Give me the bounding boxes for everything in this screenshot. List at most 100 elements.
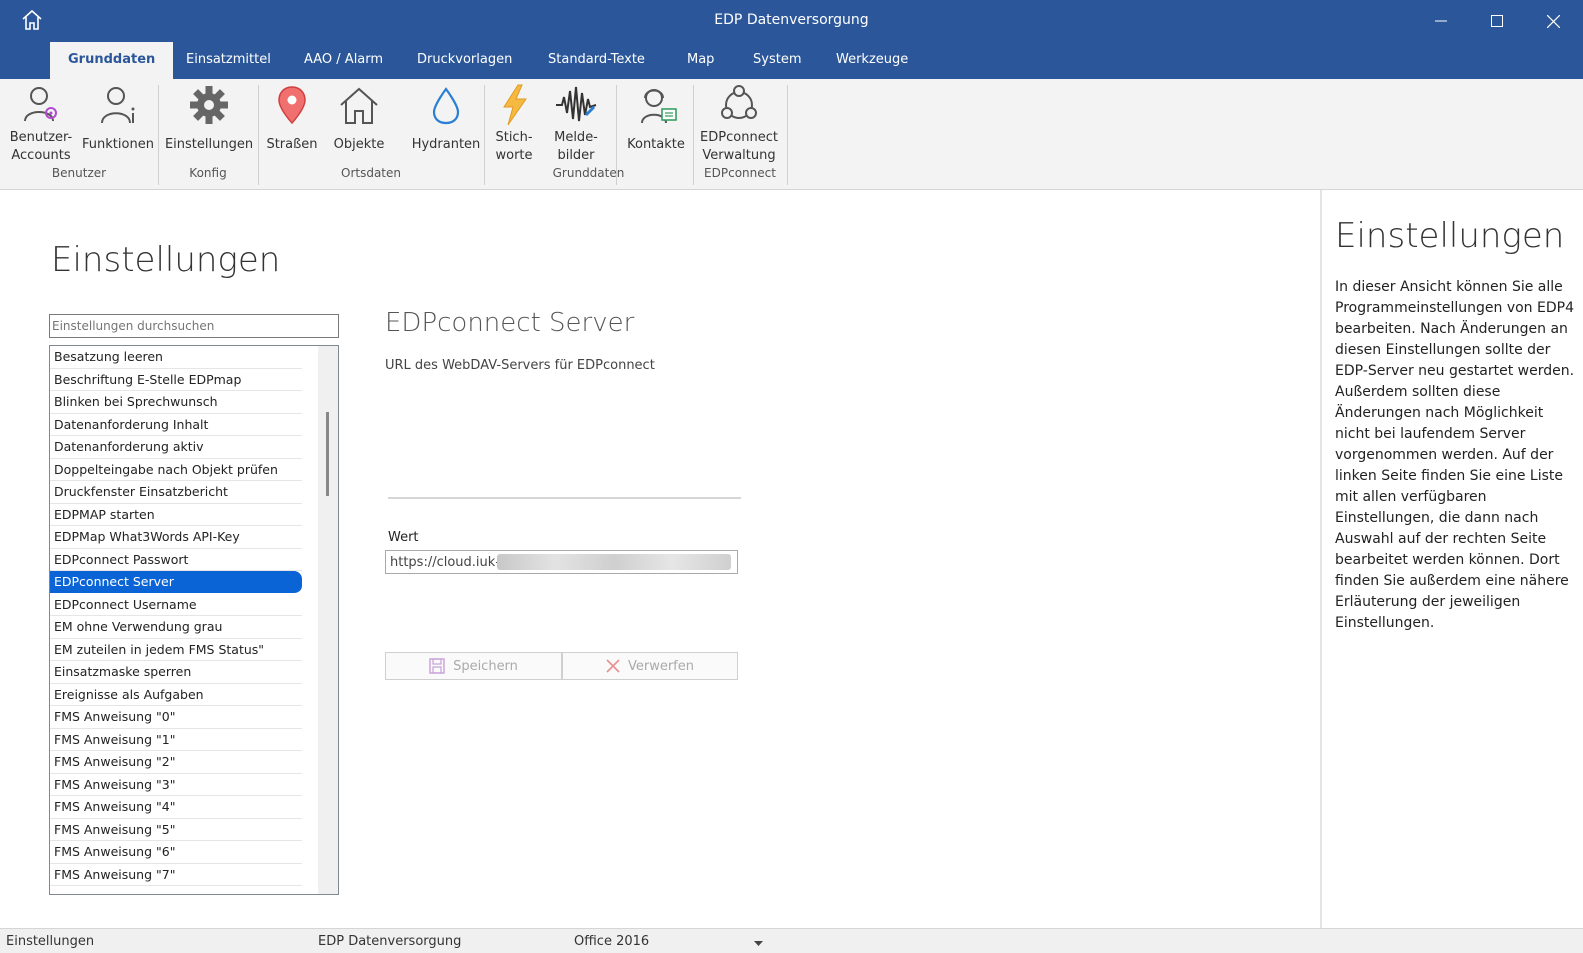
minimize-button[interactable]: [1413, 0, 1469, 42]
discard-button[interactable]: Verwerfen: [562, 652, 738, 680]
einstellungen-button[interactable]: Einstellungen: [162, 83, 256, 154]
help-text: In dieser Ansicht können Sie alle Progra…: [1335, 279, 1575, 631]
strassen-button[interactable]: Straßen: [262, 83, 322, 154]
save-button-label: Speichern: [453, 658, 518, 674]
ribbon-separator: [787, 85, 788, 185]
list-item[interactable]: Datenanforderung aktiv: [50, 436, 302, 459]
detail-description: URL des WebDAV-Servers für EDPconnect: [385, 358, 655, 373]
user-info-icon: [101, 87, 135, 124]
group-konfig: Konfig: [189, 166, 227, 180]
kontakte-button[interactable]: Kontakte: [622, 83, 690, 154]
meldebilder-label-2: bilder: [557, 148, 595, 163]
group-benutzer: Benutzer: [51, 166, 107, 180]
list-item[interactable]: EDPconnect Username: [50, 594, 302, 616]
benutzer-accounts-button[interactable]: Benutzer- Accounts: [6, 83, 76, 165]
list-item[interactable]: Druckfenster Einsatzbericht: [50, 481, 302, 504]
group-edpconnect: EDPconnect: [704, 166, 776, 180]
hydranten-button[interactable]: Hydranten: [405, 83, 487, 154]
hydranten-label: Hydranten: [411, 137, 481, 152]
list-item[interactable]: FMS Anweisung "3": [50, 774, 302, 796]
list-item[interactable]: FMS Anweisung "0": [50, 706, 302, 729]
tab-druckvorlagen[interactable]: Druckvorlagen: [399, 42, 530, 79]
tab-standard-texte[interactable]: Standard-Texte: [530, 42, 663, 79]
list-scrollbar[interactable]: [318, 346, 338, 894]
help-title: Einstellungen: [1335, 216, 1565, 256]
page-title: Einstellungen: [51, 240, 281, 280]
list-item[interactable]: EDPMap What3Words API-Key: [50, 526, 302, 549]
list-item[interactable]: FMS Anweisung "4": [50, 796, 302, 819]
list-item[interactable]: FMS Anweisung "5": [50, 819, 302, 841]
tab-einsatzmittel[interactable]: Einsatzmittel: [168, 42, 289, 79]
list-item[interactable]: EDPconnect Passwort: [50, 549, 302, 571]
save-button[interactable]: Speichern: [385, 652, 562, 680]
tab-grunddaten[interactable]: Grunddaten: [50, 42, 174, 79]
list-item[interactable]: EM zuteilen in jedem FMS Status": [50, 639, 302, 661]
discard-button-label: Verwerfen: [627, 658, 694, 674]
meldebilder-button[interactable]: Melde- bilder: [544, 83, 608, 165]
strassen-label: Straßen: [266, 137, 318, 152]
stichworte-label-1: Stich-: [495, 130, 533, 145]
benutzer-accounts-label-1: Benutzer-: [9, 130, 73, 145]
theme-dropdown-icon[interactable]: [754, 936, 763, 951]
window-title: EDP Datenversorgung: [714, 12, 869, 28]
gear-icon: [190, 86, 228, 124]
stichworte-label-2: worte: [495, 148, 533, 163]
tab-aao-alarm[interactable]: AAO / Alarm: [286, 42, 401, 79]
group-grunddaten: Grunddaten: [552, 166, 625, 180]
settings-list-items: Besatzung leeren Beschriftung E-Stelle ED…: [50, 346, 338, 886]
redacted-value-blur: [497, 554, 731, 570]
funktionen-button[interactable]: Funktionen: [80, 83, 156, 154]
stichworte-button[interactable]: Stich- worte: [488, 83, 540, 165]
list-item[interactable]: Besatzung leeren: [50, 346, 302, 369]
lightning-icon: [503, 84, 527, 126]
objekte-label: Objekte: [333, 137, 385, 152]
list-item-selected[interactable]: EDPconnect Server: [50, 571, 302, 594]
close-button[interactable]: [1525, 0, 1581, 42]
tab-werkzeuge[interactable]: Werkzeuge: [818, 42, 926, 79]
objekte-button[interactable]: Objekte: [326, 83, 392, 154]
detail-title: EDPconnect Server: [385, 308, 635, 338]
list-item[interactable]: Datenanforderung Inhalt: [50, 414, 302, 436]
detail-divider: [388, 497, 741, 499]
tab-map[interactable]: Map: [669, 42, 732, 79]
x-mark-icon: [606, 659, 620, 673]
kontakte-label: Kontakte: [627, 137, 685, 152]
list-item[interactable]: Beschriftung E-Stelle EDPmap: [50, 369, 302, 391]
ribbon: Benutzer- Accounts Funktionen Einstellun…: [0, 79, 1583, 190]
contact-headset-icon: [641, 89, 677, 124]
user-settings-icon: [24, 87, 57, 122]
list-item[interactable]: FMS Anweisung "7": [50, 864, 302, 886]
list-item[interactable]: Einsatzmaske sperren: [50, 661, 302, 684]
title-bar: EDP Datenversorgung: [0, 0, 1583, 42]
help-pane: Einstellungen In dieser Ansicht können S…: [1320, 190, 1583, 928]
list-item[interactable]: Doppelteingabe nach Objekt prüfen: [50, 459, 302, 481]
value-label: Wert: [388, 530, 419, 545]
tab-system[interactable]: System: [735, 42, 819, 79]
maximize-button[interactable]: [1469, 0, 1525, 42]
status-theme[interactable]: Office 2016: [574, 934, 649, 949]
list-item[interactable]: Ereignisse als Aufgaben: [50, 684, 302, 706]
floppy-disk-icon: [429, 658, 445, 674]
status-bar: Einstellungen EDP Datenversorgung Office…: [0, 928, 1583, 953]
benutzer-accounts-label-2: Accounts: [11, 148, 71, 163]
edpconnect-verwaltung-button[interactable]: EDPconnect Verwaltung: [697, 83, 781, 165]
list-item[interactable]: FMS Anweisung "1": [50, 729, 302, 751]
map-pin-icon: [278, 86, 306, 125]
main-content: Einstellungen Besatzung leerenBeschriftu…: [0, 190, 1320, 928]
edpconnect-verwaltung-label-2: Verwaltung: [702, 148, 776, 163]
list-item[interactable]: FMS Anweisung "6": [50, 841, 302, 864]
einstellungen-label: Einstellungen: [164, 137, 254, 152]
status-app: EDP Datenversorgung: [318, 934, 462, 949]
list-item[interactable]: EM ohne Verwendung grau: [50, 616, 302, 639]
water-drop-icon: [432, 87, 460, 125]
list-item[interactable]: Blinken bei Sprechwunsch: [50, 391, 302, 414]
status-view: Einstellungen: [6, 934, 95, 949]
ribbon-tab-bar: Grunddaten Einsatzmittel AAO / Alarm Dru…: [0, 42, 1583, 79]
list-item[interactable]: FMS Anweisung "2": [50, 751, 302, 774]
settings-list[interactable]: Besatzung leeren Beschriftung E-Stelle ED…: [49, 345, 339, 895]
settings-search-input[interactable]: [49, 314, 339, 338]
list-item[interactable]: EDPMAP starten: [50, 504, 302, 526]
network-icon: [721, 85, 757, 119]
house-icon: [340, 87, 378, 124]
list-scrollbar-thumb[interactable]: [326, 412, 329, 496]
